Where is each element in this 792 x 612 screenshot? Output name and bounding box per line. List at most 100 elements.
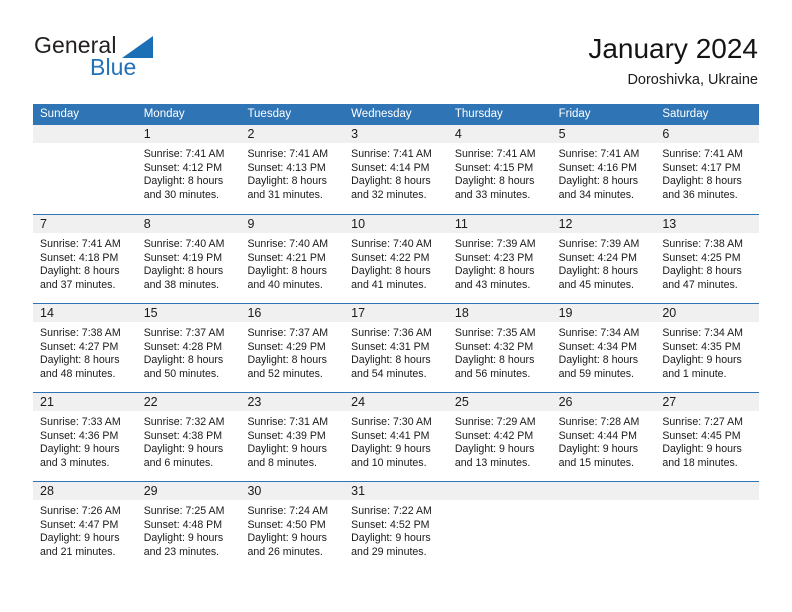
- day-cell[interactable]: 26 Sunrise: 7:28 AM Sunset: 4:44 PM Dayl…: [551, 393, 656, 481]
- day-cell[interactable]: 8 Sunrise: 7:40 AM Sunset: 4:19 PM Dayli…: [136, 215, 241, 303]
- day-cell[interactable]: 25 Sunrise: 7:29 AM Sunset: 4:42 PM Dayl…: [447, 393, 552, 481]
- daylight-text-line1: Daylight: 8 hours: [143, 265, 224, 278]
- sunrise-text: Sunrise: 7:40 AM: [143, 238, 225, 250]
- daylight-text-line1: Daylight: 8 hours: [351, 354, 431, 367]
- day-cell[interactable]: [33, 125, 137, 214]
- day-cell[interactable]: 17 Sunrise: 7:36 AM Sunset: 4:31 PM Dayl…: [344, 304, 448, 392]
- daylight-text-line1: Daylight: 8 hours: [143, 175, 224, 188]
- day-cell[interactable]: 9 Sunrise: 7:40 AM Sunset: 4:21 PM Dayli…: [240, 215, 345, 303]
- sunset-text: Sunset: 4:36 PM: [40, 429, 119, 442]
- daylight-text-line1: Daylight: 8 hours: [351, 175, 431, 188]
- day-cell[interactable]: 31 Sunrise: 7:22 AM Sunset: 4:52 PM Dayl…: [344, 482, 448, 570]
- day-cell[interactable]: 7 Sunrise: 7:41 AM Sunset: 4:18 PM Dayli…: [33, 215, 137, 303]
- day-cell[interactable]: 1 Sunrise: 7:41 AM Sunset: 4:12 PM Dayli…: [136, 125, 241, 214]
- day-cell[interactable]: 22 Sunrise: 7:32 AM Sunset: 4:38 PM Dayl…: [136, 393, 241, 481]
- weekday-header-row: Sunday Monday Tuesday Wednesday Thursday…: [33, 104, 759, 125]
- day-cell[interactable]: [551, 482, 656, 570]
- daylight-text-line1: Daylight: 8 hours: [247, 354, 327, 367]
- general-blue-logo[interactable]: General Blue: [34, 32, 234, 90]
- day-number: 3: [351, 127, 359, 141]
- day-number: 27: [662, 395, 677, 409]
- day-cell[interactable]: 29 Sunrise: 7:25 AM Sunset: 4:48 PM Dayl…: [136, 482, 241, 570]
- sunset-text: Sunset: 4:31 PM: [351, 340, 430, 353]
- day-cell[interactable]: 3 Sunrise: 7:41 AM Sunset: 4:14 PM Dayli…: [344, 125, 448, 214]
- daylight-text-line2: and 52 minutes.: [247, 367, 323, 380]
- sunset-text: Sunset: 4:16 PM: [558, 161, 637, 174]
- day-cell[interactable]: 20 Sunrise: 7:34 AM Sunset: 4:35 PM Dayl…: [655, 304, 760, 392]
- day-number-band: 9: [240, 215, 345, 234]
- daylight-text-line1: Daylight: 8 hours: [454, 354, 535, 367]
- day-info: Sunrise: 7:41 AM Sunset: 4:14 PM Dayligh…: [344, 144, 448, 202]
- day-number: 23: [247, 395, 262, 409]
- day-cell[interactable]: 5 Sunrise: 7:41 AM Sunset: 4:16 PM Dayli…: [551, 125, 656, 214]
- day-cell[interactable]: 13 Sunrise: 7:38 AM Sunset: 4:25 PM Dayl…: [655, 215, 760, 303]
- day-cell[interactable]: 14 Sunrise: 7:38 AM Sunset: 4:27 PM Dayl…: [33, 304, 137, 392]
- sunrise-text: Sunrise: 7:28 AM: [558, 416, 640, 428]
- day-number-band: [655, 482, 760, 501]
- daylight-text-line1: Daylight: 8 hours: [454, 265, 535, 278]
- week-row: 1 Sunrise: 7:41 AM Sunset: 4:12 PM Dayli…: [33, 125, 760, 214]
- sunrise-text: Sunrise: 7:41 AM: [351, 148, 432, 160]
- day-cell[interactable]: 6 Sunrise: 7:41 AM Sunset: 4:17 PM Dayli…: [655, 125, 760, 214]
- day-number: 1: [143, 127, 151, 141]
- sunrise-text: Sunrise: 7:22 AM: [351, 505, 432, 517]
- week-row: 14 Sunrise: 7:38 AM Sunset: 4:27 PM Dayl…: [33, 303, 760, 392]
- day-cell[interactable]: 21 Sunrise: 7:33 AM Sunset: 4:36 PM Dayl…: [33, 393, 137, 481]
- day-info: [655, 501, 759, 505]
- day-cell[interactable]: 23 Sunrise: 7:31 AM Sunset: 4:39 PM Dayl…: [240, 393, 345, 481]
- day-number: 30: [247, 484, 262, 498]
- title-block: January 2024 Doroshivka, Ukraine: [588, 32, 758, 90]
- sunset-text: Sunset: 4:48 PM: [143, 518, 223, 531]
- day-cell[interactable]: 19 Sunrise: 7:34 AM Sunset: 4:34 PM Dayl…: [551, 304, 656, 392]
- day-info: Sunrise: 7:40 AM Sunset: 4:21 PM Dayligh…: [240, 234, 344, 292]
- day-number: 20: [662, 306, 677, 320]
- day-cell[interactable]: 16 Sunrise: 7:37 AM Sunset: 4:29 PM Dayl…: [240, 304, 345, 392]
- day-number-band: 21: [33, 393, 137, 412]
- week-row: 21 Sunrise: 7:33 AM Sunset: 4:36 PM Dayl…: [33, 392, 760, 481]
- sunrise-text: Sunrise: 7:34 AM: [662, 327, 743, 339]
- day-number-band: 10: [344, 215, 448, 234]
- daylight-text-line1: Daylight: 9 hours: [40, 532, 120, 545]
- sunrise-text: Sunrise: 7:38 AM: [662, 238, 743, 250]
- day-cell[interactable]: 28 Sunrise: 7:26 AM Sunset: 4:47 PM Dayl…: [33, 482, 137, 570]
- day-cell[interactable]: 27 Sunrise: 7:27 AM Sunset: 4:45 PM Dayl…: [655, 393, 760, 481]
- daylight-text-line1: Daylight: 8 hours: [558, 265, 639, 278]
- day-number: 6: [662, 127, 670, 141]
- daylight-text-line1: Daylight: 8 hours: [662, 265, 742, 278]
- day-number: 22: [143, 395, 158, 409]
- day-cell[interactable]: 15 Sunrise: 7:37 AM Sunset: 4:28 PM Dayl…: [136, 304, 241, 392]
- daylight-text-line2: and 50 minutes.: [143, 367, 220, 380]
- day-cell[interactable]: 12 Sunrise: 7:39 AM Sunset: 4:24 PM Dayl…: [551, 215, 656, 303]
- sunrise-text: Sunrise: 7:38 AM: [40, 327, 121, 339]
- day-info: Sunrise: 7:35 AM Sunset: 4:32 PM Dayligh…: [448, 323, 552, 381]
- sunset-text: Sunset: 4:35 PM: [662, 340, 741, 353]
- daylight-text-line1: Daylight: 9 hours: [40, 443, 120, 456]
- day-number-band: 7: [33, 215, 137, 234]
- daylight-text-line1: Daylight: 9 hours: [558, 443, 639, 456]
- daylight-text-line1: Daylight: 8 hours: [40, 265, 120, 278]
- page-header: General Blue January 2024 Doroshivka, Uk…: [34, 32, 758, 94]
- day-cell[interactable]: 18 Sunrise: 7:35 AM Sunset: 4:32 PM Dayl…: [447, 304, 552, 392]
- sunset-text: Sunset: 4:32 PM: [454, 340, 534, 353]
- daylight-text-line1: Daylight: 9 hours: [351, 532, 431, 545]
- daylight-text-line2: and 8 minutes.: [247, 456, 317, 469]
- day-cell[interactable]: [447, 482, 552, 570]
- daylight-text-line2: and 26 minutes.: [247, 545, 323, 558]
- daylight-text-line1: Daylight: 8 hours: [40, 354, 120, 367]
- daylight-text-line2: and 38 minutes.: [143, 278, 220, 291]
- day-info: Sunrise: 7:40 AM Sunset: 4:22 PM Dayligh…: [344, 234, 448, 292]
- day-cell[interactable]: 30 Sunrise: 7:24 AM Sunset: 4:50 PM Dayl…: [240, 482, 345, 570]
- daylight-text-line1: Daylight: 8 hours: [558, 354, 639, 367]
- day-cell[interactable]: [655, 482, 760, 570]
- day-cell[interactable]: 2 Sunrise: 7:41 AM Sunset: 4:13 PM Dayli…: [240, 125, 345, 214]
- day-number-band: 22: [136, 393, 241, 412]
- day-info: Sunrise: 7:39 AM Sunset: 4:24 PM Dayligh…: [552, 234, 656, 292]
- day-cell[interactable]: 24 Sunrise: 7:30 AM Sunset: 4:41 PM Dayl…: [344, 393, 448, 481]
- day-info: Sunrise: 7:37 AM Sunset: 4:29 PM Dayligh…: [240, 323, 344, 381]
- sunrise-text: Sunrise: 7:35 AM: [454, 327, 536, 339]
- day-cell[interactable]: 4 Sunrise: 7:41 AM Sunset: 4:15 PM Dayli…: [447, 125, 552, 214]
- day-number: 18: [454, 306, 469, 320]
- daylight-text-line2: and 18 minutes.: [662, 456, 738, 469]
- day-cell[interactable]: 11 Sunrise: 7:39 AM Sunset: 4:23 PM Dayl…: [447, 215, 552, 303]
- day-cell[interactable]: 10 Sunrise: 7:40 AM Sunset: 4:22 PM Dayl…: [344, 215, 448, 303]
